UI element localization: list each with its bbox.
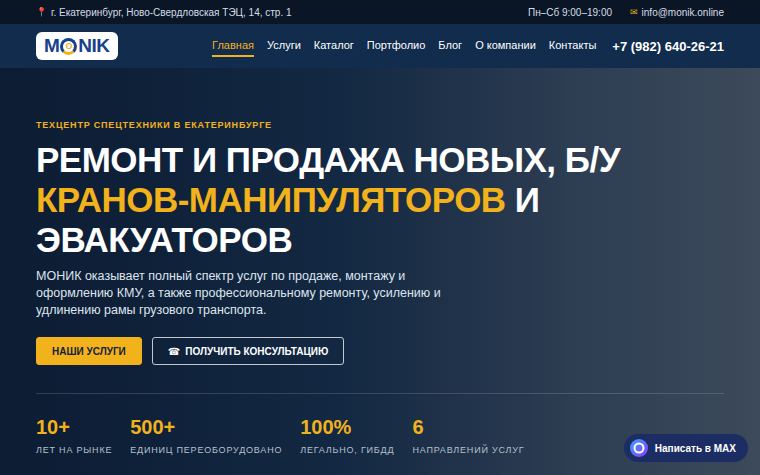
title-segment: КРАНОВ-МАНИПУЛЯТОРОВ	[36, 180, 506, 219]
hero-description: МОНИК оказывает полный спектр услуг по п…	[36, 268, 441, 319]
mail-icon: ✉	[630, 7, 638, 17]
phone-icon: ☎	[168, 346, 180, 357]
services-button[interactable]: НАШИ УСЛУГИ	[36, 337, 142, 365]
title-line: ЭВАКУАТОРОВ	[36, 220, 724, 260]
nav-item[interactable]: Главная	[212, 35, 254, 57]
title-segment: РЕМОНТ И ПРОДАЖА НОВЫХ, Б/У	[36, 140, 620, 179]
divider	[36, 393, 724, 394]
consult-button[interactable]: ☎ПОЛУЧИТЬ КОНСУЛЬТАЦИЮ	[152, 337, 344, 365]
pin-icon: 📍	[36, 7, 47, 17]
nav-list: Главная Услуги Каталог Портфолио Блог О компа…	[212, 35, 596, 57]
max-chat-icon	[630, 439, 648, 457]
chat-button[interactable]: Написать в MAX	[624, 434, 748, 462]
nav-right: Главная Услуги Каталог Портфолио Блог О компа…	[212, 35, 724, 57]
title-segment: ЭВАКУАТОРОВ	[36, 220, 292, 259]
title-line: РЕМОНТ И ПРОДАЖА НОВЫХ, Б/У	[36, 140, 724, 180]
hero-buttons: НАШИ УСЛУГИ ☎ПОЛУЧИТЬ КОНСУЛЬТАЦИЮ	[36, 337, 724, 365]
nav-item[interactable]: Каталог	[314, 35, 354, 57]
stat-label: ЛЕТ НА РЫНКЕ	[36, 445, 112, 455]
stat-value: 6	[412, 416, 524, 439]
nav-item[interactable]: Контакты	[549, 35, 597, 57]
stat-label: ЕДИНИЦ ПЕРЕОБОРУДОВАНО	[130, 445, 282, 455]
nav-item[interactable]: Услуги	[267, 35, 301, 57]
stat: 6 НАПРАВЛЕНИЙ УСЛУГ	[412, 416, 524, 455]
contact-group: Пн–Сб 9:00–19:00 ✉info@monik.online	[528, 7, 724, 18]
top-bar: 📍г. Екатеринбург, Ново-Свердловская ТЭЦ,…	[0, 0, 760, 24]
stat-value: 10+	[36, 416, 112, 439]
hero-title: РЕМОНТ И ПРОДАЖА НОВЫХ, Б/УКРАНОВ-МАНИПУ…	[36, 140, 724, 260]
hero: ТЕХЦЕНТР СПЕЦТЕХНИКИ В ЕКАТЕРИНБУРГЕ РЕМО…	[0, 68, 760, 475]
nav-item[interactable]: Портфолио	[367, 35, 426, 57]
stats: 10+ ЛЕТ НА РЫНКЕ 500+ ЕДИНИЦ ПЕРЕОБОРУДОВАН…	[36, 416, 724, 455]
logo-mark: O	[60, 38, 77, 55]
email[interactable]: ✉info@monik.online	[630, 7, 724, 18]
stat-value: 100%	[300, 416, 394, 439]
address: 📍г. Екатеринбург, Ново-Свердловская ТЭЦ,…	[36, 7, 292, 18]
title-segment: И	[506, 180, 540, 219]
logo[interactable]: MONIK	[36, 32, 118, 60]
phone[interactable]: +7 (982) 640-26-21	[612, 39, 724, 54]
stat-value: 500+	[130, 416, 282, 439]
stat-label: ЛЕГАЛЬНО, ГИБДД	[300, 445, 394, 455]
eyebrow: ТЕХЦЕНТР СПЕЦТЕХНИКИ В ЕКАТЕРИНБУРГЕ	[36, 120, 724, 130]
stat: 10+ ЛЕТ НА РЫНКЕ	[36, 416, 112, 455]
hours: Пн–Сб 9:00–19:00	[528, 7, 612, 18]
stat: 500+ ЕДИНИЦ ПЕРЕОБОРУДОВАНО	[130, 416, 282, 455]
nav-item[interactable]: Блог	[438, 35, 462, 57]
title-line: КРАНОВ-МАНИПУЛЯТОРОВ И	[36, 180, 724, 220]
nav-item[interactable]: О компании	[475, 35, 536, 57]
stat: 100% ЛЕГАЛЬНО, ГИБДД	[300, 416, 394, 455]
page: 📍г. Екатеринбург, Ново-Свердловская ТЭЦ,…	[0, 0, 760, 475]
stat-label: НАПРАВЛЕНИЙ УСЛУГ	[412, 445, 524, 455]
nav-bar: MONIK Главная Услуги Каталог Портфолио Блог О …	[0, 24, 760, 68]
